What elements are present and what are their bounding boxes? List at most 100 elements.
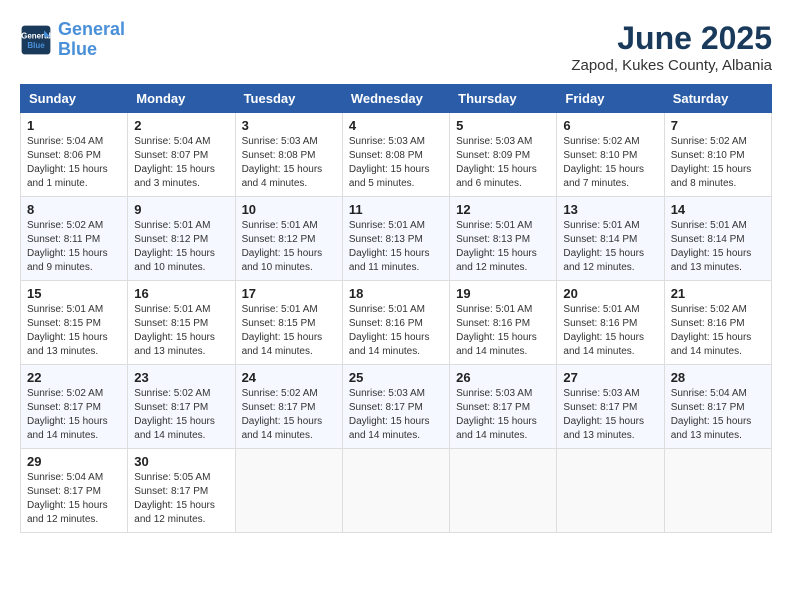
day-number: 26 (456, 370, 550, 385)
day-number: 4 (349, 118, 443, 133)
day-info: Sunrise: 5:02 AM Sunset: 8:10 PM Dayligh… (671, 135, 765, 191)
calendar-cell: 4Sunrise: 5:03 AM Sunset: 8:08 PM Daylig… (342, 113, 449, 197)
title-area: June 2025 Zapod, Kukes County, Albania (571, 20, 772, 74)
day-info: Sunrise: 5:02 AM Sunset: 8:17 PM Dayligh… (27, 387, 121, 443)
calendar-week-2: 8 Sunrise: 5:02 AM Sunset: 8:11 PM Daylig… (21, 197, 772, 281)
day-number: 17 (242, 286, 336, 301)
calendar-cell: 24 Sunrise: 5:02 AM Sunset: 8:17 PM Dayli… (235, 365, 342, 449)
calendar-week-3: 15 Sunrise: 5:01 AM Sunset: 8:15 PM Dayli… (21, 281, 772, 365)
calendar-cell: 27 Sunrise: 5:03 AM Sunset: 8:17 PM Dayli… (557, 365, 664, 449)
day-number: 6 (563, 118, 657, 133)
day-info: Sunrise: 5:04 AM Sunset: 8:06 PM Dayligh… (27, 135, 121, 191)
calendar-cell: 25 Sunrise: 5:03 AM Sunset: 8:17 PM Dayli… (342, 365, 449, 449)
weekday-header-sunday: Sunday (21, 85, 128, 113)
day-number: 12 (456, 202, 550, 217)
header: General Blue General Blue June 2025 Zapo… (20, 20, 772, 74)
day-info: Sunrise: 5:03 AM Sunset: 8:17 PM Dayligh… (456, 387, 550, 443)
day-number: 13 (563, 202, 657, 217)
calendar-body: 1 Sunrise: 5:04 AM Sunset: 8:06 PM Daylig… (21, 113, 772, 533)
calendar-cell: 5 Sunrise: 5:03 AM Sunset: 8:09 PM Daylig… (450, 113, 557, 197)
calendar-cell: 13 Sunrise: 5:01 AM Sunset: 8:14 PM Dayli… (557, 197, 664, 281)
day-number: 18 (349, 286, 443, 301)
day-number: 19 (456, 286, 550, 301)
day-info: Sunrise: 5:03 AM Sunset: 8:17 PM Dayligh… (349, 387, 443, 443)
calendar-cell: 28Sunrise: 5:04 AM Sunset: 8:17 PM Dayli… (664, 365, 771, 449)
day-number: 29 (27, 454, 121, 469)
day-number: 11 (349, 202, 443, 217)
day-number: 8 (27, 202, 121, 217)
day-number: 5 (456, 118, 550, 133)
day-info: Sunrise: 5:01 AM Sunset: 8:16 PM Dayligh… (563, 303, 657, 359)
day-info: Sunrise: 5:02 AM Sunset: 8:17 PM Dayligh… (134, 387, 228, 443)
calendar-cell: 9 Sunrise: 5:01 AM Sunset: 8:12 PM Daylig… (128, 197, 235, 281)
day-number: 28 (671, 370, 765, 385)
calendar-cell: 12 Sunrise: 5:01 AM Sunset: 8:13 PM Dayli… (450, 197, 557, 281)
day-info: Sunrise: 5:02 AM Sunset: 8:11 PM Dayligh… (27, 219, 121, 275)
calendar-cell: 23 Sunrise: 5:02 AM Sunset: 8:17 PM Dayli… (128, 365, 235, 449)
day-info: Sunrise: 5:02 AM Sunset: 8:17 PM Dayligh… (242, 387, 336, 443)
day-number: 7 (671, 118, 765, 133)
day-info: Sunrise: 5:01 AM Sunset: 8:15 PM Dayligh… (242, 303, 336, 359)
calendar-cell (664, 449, 771, 533)
calendar-cell: 17 Sunrise: 5:01 AM Sunset: 8:15 PM Dayli… (235, 281, 342, 365)
day-info: Sunrise: 5:01 AM Sunset: 8:15 PM Dayligh… (134, 303, 228, 359)
calendar-cell (342, 449, 449, 533)
day-info: Sunrise: 5:02 AM Sunset: 8:10 PM Dayligh… (563, 135, 657, 191)
day-info: Sunrise: 5:01 AM Sunset: 8:14 PM Dayligh… (563, 219, 657, 275)
day-info: Sunrise: 5:01 AM Sunset: 8:15 PM Dayligh… (27, 303, 121, 359)
day-number: 20 (563, 286, 657, 301)
day-info: Sunrise: 5:01 AM Sunset: 8:13 PM Dayligh… (349, 219, 443, 275)
calendar-cell: 2 Sunrise: 5:04 AM Sunset: 8:07 PM Daylig… (128, 113, 235, 197)
calendar-cell: 22 Sunrise: 5:02 AM Sunset: 8:17 PM Dayli… (21, 365, 128, 449)
day-info: Sunrise: 5:01 AM Sunset: 8:12 PM Dayligh… (134, 219, 228, 275)
day-info: Sunrise: 5:01 AM Sunset: 8:13 PM Dayligh… (456, 219, 550, 275)
day-info: Sunrise: 5:03 AM Sunset: 8:09 PM Dayligh… (456, 135, 550, 191)
weekday-header-monday: Monday (128, 85, 235, 113)
location-title: Zapod, Kukes County, Albania (571, 57, 772, 74)
weekday-header-friday: Friday (557, 85, 664, 113)
day-number: 10 (242, 202, 336, 217)
calendar-week-4: 22 Sunrise: 5:02 AM Sunset: 8:17 PM Dayli… (21, 365, 772, 449)
calendar-cell: 30Sunrise: 5:05 AM Sunset: 8:17 PM Dayli… (128, 449, 235, 533)
calendar-cell: 26 Sunrise: 5:03 AM Sunset: 8:17 PM Dayli… (450, 365, 557, 449)
calendar-cell: 16Sunrise: 5:01 AM Sunset: 8:15 PM Dayli… (128, 281, 235, 365)
weekday-header-row: SundayMondayTuesdayWednesdayThursdayFrid… (21, 85, 772, 113)
day-number: 27 (563, 370, 657, 385)
logo: General Blue General Blue (20, 20, 125, 60)
day-number: 3 (242, 118, 336, 133)
calendar-week-1: 1 Sunrise: 5:04 AM Sunset: 8:06 PM Daylig… (21, 113, 772, 197)
calendar-cell: 15 Sunrise: 5:01 AM Sunset: 8:15 PM Dayli… (21, 281, 128, 365)
calendar: SundayMondayTuesdayWednesdayThursdayFrid… (20, 84, 772, 533)
calendar-cell: 11 Sunrise: 5:01 AM Sunset: 8:13 PM Dayli… (342, 197, 449, 281)
day-info: Sunrise: 5:01 AM Sunset: 8:16 PM Dayligh… (349, 303, 443, 359)
calendar-cell: 29 Sunrise: 5:04 AM Sunset: 8:17 PM Dayli… (21, 449, 128, 533)
day-info: Sunrise: 5:01 AM Sunset: 8:16 PM Dayligh… (456, 303, 550, 359)
day-info: Sunrise: 5:04 AM Sunset: 8:17 PM Dayligh… (27, 471, 121, 527)
weekday-header-saturday: Saturday (664, 85, 771, 113)
calendar-cell: 7 Sunrise: 5:02 AM Sunset: 8:10 PM Daylig… (664, 113, 771, 197)
logo-text: General Blue (58, 20, 125, 60)
day-number: 14 (671, 202, 765, 217)
logo-icon: General Blue (20, 24, 52, 56)
calendar-cell: 14Sunrise: 5:01 AM Sunset: 8:14 PM Dayli… (664, 197, 771, 281)
day-number: 22 (27, 370, 121, 385)
day-info: Sunrise: 5:03 AM Sunset: 8:17 PM Dayligh… (563, 387, 657, 443)
weekday-header-thursday: Thursday (450, 85, 557, 113)
day-number: 2 (134, 118, 228, 133)
calendar-cell: 10 Sunrise: 5:01 AM Sunset: 8:12 PM Dayli… (235, 197, 342, 281)
day-number: 1 (27, 118, 121, 133)
calendar-week-5: 29 Sunrise: 5:04 AM Sunset: 8:17 PM Dayli… (21, 449, 772, 533)
calendar-cell: 20 Sunrise: 5:01 AM Sunset: 8:16 PM Dayli… (557, 281, 664, 365)
calendar-cell: 19 Sunrise: 5:01 AM Sunset: 8:16 PM Dayli… (450, 281, 557, 365)
calendar-cell: 3Sunrise: 5:03 AM Sunset: 8:08 PM Daylig… (235, 113, 342, 197)
calendar-cell: 8 Sunrise: 5:02 AM Sunset: 8:11 PM Daylig… (21, 197, 128, 281)
day-number: 15 (27, 286, 121, 301)
day-number: 23 (134, 370, 228, 385)
day-info: Sunrise: 5:01 AM Sunset: 8:12 PM Dayligh… (242, 219, 336, 275)
day-info: Sunrise: 5:02 AM Sunset: 8:16 PM Dayligh… (671, 303, 765, 359)
day-number: 25 (349, 370, 443, 385)
day-number: 24 (242, 370, 336, 385)
day-number: 9 (134, 202, 228, 217)
day-info: Sunrise: 5:04 AM Sunset: 8:07 PM Dayligh… (134, 135, 228, 191)
day-number: 21 (671, 286, 765, 301)
